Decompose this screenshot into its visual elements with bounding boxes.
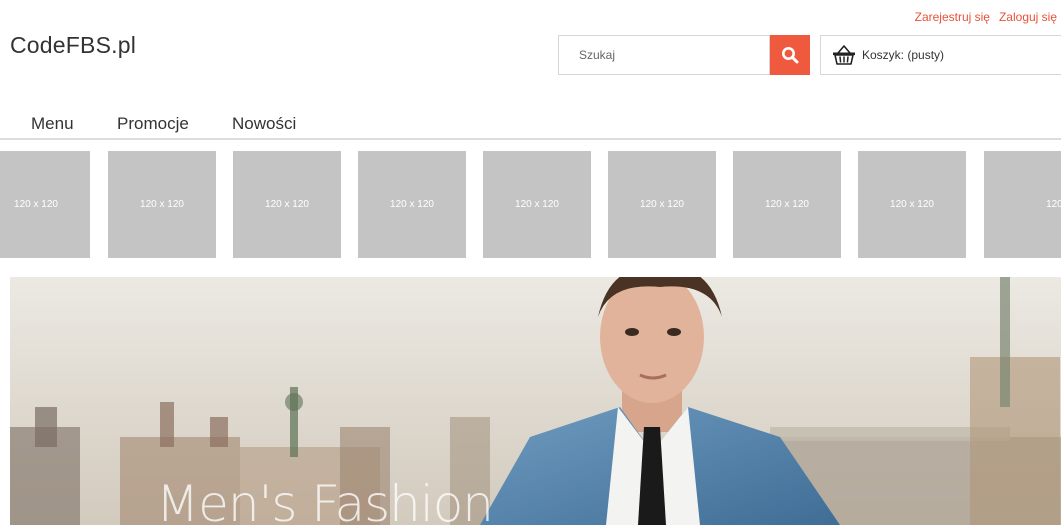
search-box <box>558 35 770 75</box>
thumbnail[interactable]: 120 x 120 <box>358 151 466 258</box>
basket-icon <box>833 45 855 65</box>
search-button[interactable] <box>770 35 810 75</box>
thumbnail[interactable]: 120 x 120 <box>984 151 1061 258</box>
thumbnail-strip: 120 x 120 120 x 120 120 x 120 120 x 120 … <box>0 151 1061 258</box>
register-link[interactable]: Zarejestruj się <box>915 10 990 24</box>
thumbnail[interactable]: 120 x 120 <box>608 151 716 258</box>
thumbnail[interactable]: 120 x 120 <box>108 151 216 258</box>
hero-title: Men's Fashion <box>156 475 494 525</box>
main-nav: Menu Promocje Nowości <box>0 112 1061 140</box>
thumbnail[interactable]: 120 x 120 <box>0 151 90 258</box>
nav-item-promocje[interactable]: Promocje <box>117 114 189 134</box>
nav-item-menu[interactable]: Menu <box>31 114 74 134</box>
cart-label: Koszyk: (pusty) <box>862 48 945 62</box>
thumbnail[interactable]: 120 x 120 <box>733 151 841 258</box>
thumbnail[interactable]: 120 x 120 <box>858 151 966 258</box>
thumbnail[interactable]: 120 x 120 <box>233 151 341 258</box>
search-icon <box>782 47 799 64</box>
site-logo[interactable]: CodeFBS.pl <box>10 32 136 59</box>
cart-button[interactable]: Koszyk: (pusty) <box>820 35 1061 75</box>
nav-item-nowosci[interactable]: Nowości <box>232 114 296 134</box>
thumbnail[interactable]: 120 x 120 <box>483 151 591 258</box>
account-links: Zarejestruj się Zaloguj się <box>915 10 1057 24</box>
search-input[interactable] <box>559 36 769 74</box>
hero-banner[interactable]: Men's Fashion <box>10 277 1061 525</box>
login-link[interactable]: Zaloguj się <box>999 10 1057 24</box>
